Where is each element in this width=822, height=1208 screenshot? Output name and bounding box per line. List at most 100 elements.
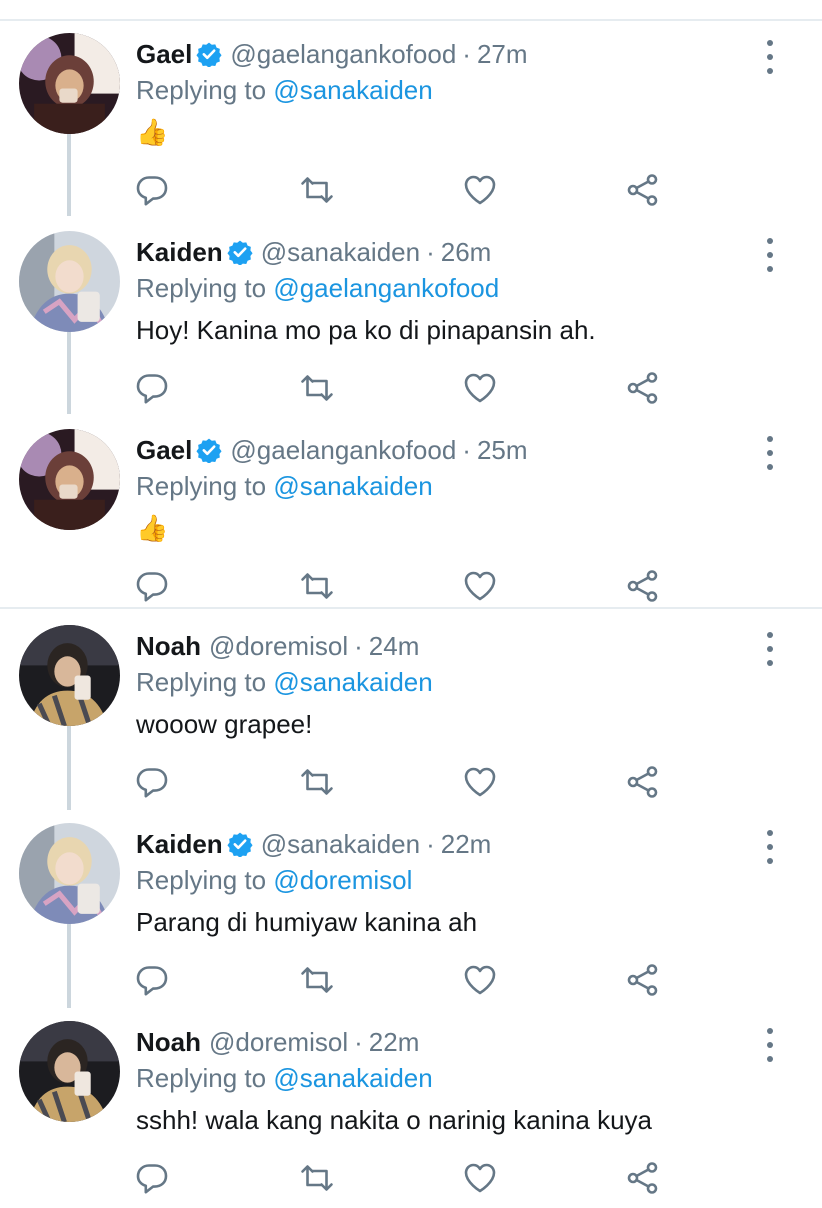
avatar-gael-image [19,429,120,530]
reply-icon[interactable] [134,962,170,998]
timestamp[interactable]: 24m [369,628,420,664]
separator-dot: · [462,435,471,465]
timestamp[interactable]: 25m [477,432,528,468]
display-name[interactable]: Gael [136,432,192,468]
tweet-header: Gael @gaelangankofood · 27m [136,36,528,72]
replying-to-handle[interactable]: @sanakaiden [273,1063,432,1093]
heart-icon[interactable] [462,962,498,998]
more-vertical-icon[interactable] [757,436,783,470]
avatar-noah-image [19,1021,120,1122]
tweet[interactable]: Gael @gaelangankofood · 27m Replying to … [0,22,822,220]
tweet-header: Kaiden @sanakaiden · 26m [136,234,491,270]
separator-dot: · [426,829,435,859]
separator-dot: · [354,1027,363,1057]
display-name[interactable]: Kaiden [136,234,223,270]
separator-dot: · [426,237,435,267]
heart-icon[interactable] [462,568,498,604]
retweet-icon[interactable] [299,370,335,406]
reply-icon[interactable] [134,172,170,208]
share-icon[interactable] [625,1160,661,1196]
replying-to-label: Replying to [136,667,267,697]
replying-to: Replying to @sanakaiden [136,468,433,504]
user-handle[interactable]: @gaelangankofood [230,36,456,72]
tweet-text: 👍 [136,513,169,543]
tweet[interactable]: Noah @doremisol · 24m Replying to @sanak… [0,614,822,812]
separator-dot: · [462,39,471,69]
verified-badge-icon [196,41,222,67]
tweet[interactable]: Noah @doremisol · 22m Replying to @sanak… [0,1010,822,1208]
user-handle[interactable]: @gaelangankofood [230,432,456,468]
heart-icon[interactable] [462,172,498,208]
avatar[interactable] [19,625,120,726]
tweet-header: Noah @doremisol · 24m [136,628,419,664]
replying-to-label: Replying to [136,471,267,501]
more-vertical-icon[interactable] [757,632,783,666]
reply-icon[interactable] [134,370,170,406]
user-handle[interactable]: @doremisol [209,1024,348,1060]
display-name[interactable]: Noah [136,1024,201,1060]
replying-to-handle[interactable]: @sanakaiden [273,471,432,501]
avatar[interactable] [19,823,120,924]
display-name[interactable]: Kaiden [136,826,223,862]
replying-to-handle[interactable]: @gaelangankofood [273,273,499,303]
avatar[interactable] [19,429,120,530]
more-vertical-icon[interactable] [757,40,783,74]
separator-dot: · [354,631,363,661]
verified-badge-icon [227,239,253,265]
avatar-kaiden-image [19,823,120,924]
retweet-icon[interactable] [299,764,335,800]
replying-to-handle[interactable]: @doremisol [273,865,412,895]
more-vertical-icon[interactable] [757,830,783,864]
share-icon[interactable] [625,172,661,208]
tweet-text: 👍 [136,117,169,147]
avatar[interactable] [19,33,120,134]
replying-to: Replying to @gaelangankofood [136,270,499,306]
user-handle[interactable]: @doremisol [209,628,348,664]
replying-to-label: Replying to [136,865,267,895]
share-icon[interactable] [625,962,661,998]
timestamp[interactable]: 26m [441,234,492,270]
reply-icon[interactable] [134,1160,170,1196]
replying-to: Replying to @doremisol [136,862,412,898]
user-handle[interactable]: @sanakaiden [261,826,420,862]
tweet-text: sshh! wala kang nakita o narinig kanina … [136,1105,652,1135]
replying-to-label: Replying to [136,75,267,105]
tweet[interactable]: Kaiden @sanakaiden · 26m Replying to @ga… [0,220,822,418]
replying-to-handle[interactable]: @sanakaiden [273,75,432,105]
replying-to: Replying to @sanakaiden [136,664,433,700]
verified-badge-icon [196,437,222,463]
display-name[interactable]: Noah [136,628,201,664]
heart-icon[interactable] [462,370,498,406]
replying-to-handle[interactable]: @sanakaiden [273,667,432,697]
retweet-icon[interactable] [299,1160,335,1196]
display-name[interactable]: Gael [136,36,192,72]
share-icon[interactable] [625,764,661,800]
retweet-icon[interactable] [299,568,335,604]
avatar[interactable] [19,1021,120,1122]
tweet-text: Parang di humiyaw kanina ah [136,907,478,937]
timestamp[interactable]: 22m [369,1024,420,1060]
replying-to: Replying to @sanakaiden [136,72,433,108]
reply-icon[interactable] [134,764,170,800]
timestamp[interactable]: 27m [477,36,528,72]
tweet-header: Noah @doremisol · 22m [136,1024,419,1060]
reply-icon[interactable] [134,568,170,604]
replying-to-label: Replying to [136,273,267,303]
tweet[interactable]: Gael @gaelangankofood · 25m Replying to … [0,418,822,616]
heart-icon[interactable] [462,764,498,800]
tweet-header: Gael @gaelangankofood · 25m [136,432,528,468]
verified-badge-icon [227,831,253,857]
more-vertical-icon[interactable] [757,238,783,272]
retweet-icon[interactable] [299,962,335,998]
avatar[interactable] [19,231,120,332]
avatar-noah-image [19,625,120,726]
user-handle[interactable]: @sanakaiden [261,234,420,270]
avatar-gael-image [19,33,120,134]
heart-icon[interactable] [462,1160,498,1196]
share-icon[interactable] [625,370,661,406]
more-vertical-icon[interactable] [757,1028,783,1062]
retweet-icon[interactable] [299,172,335,208]
timestamp[interactable]: 22m [441,826,492,862]
tweet[interactable]: Kaiden @sanakaiden · 22m Replying to @do… [0,812,822,1010]
share-icon[interactable] [625,568,661,604]
